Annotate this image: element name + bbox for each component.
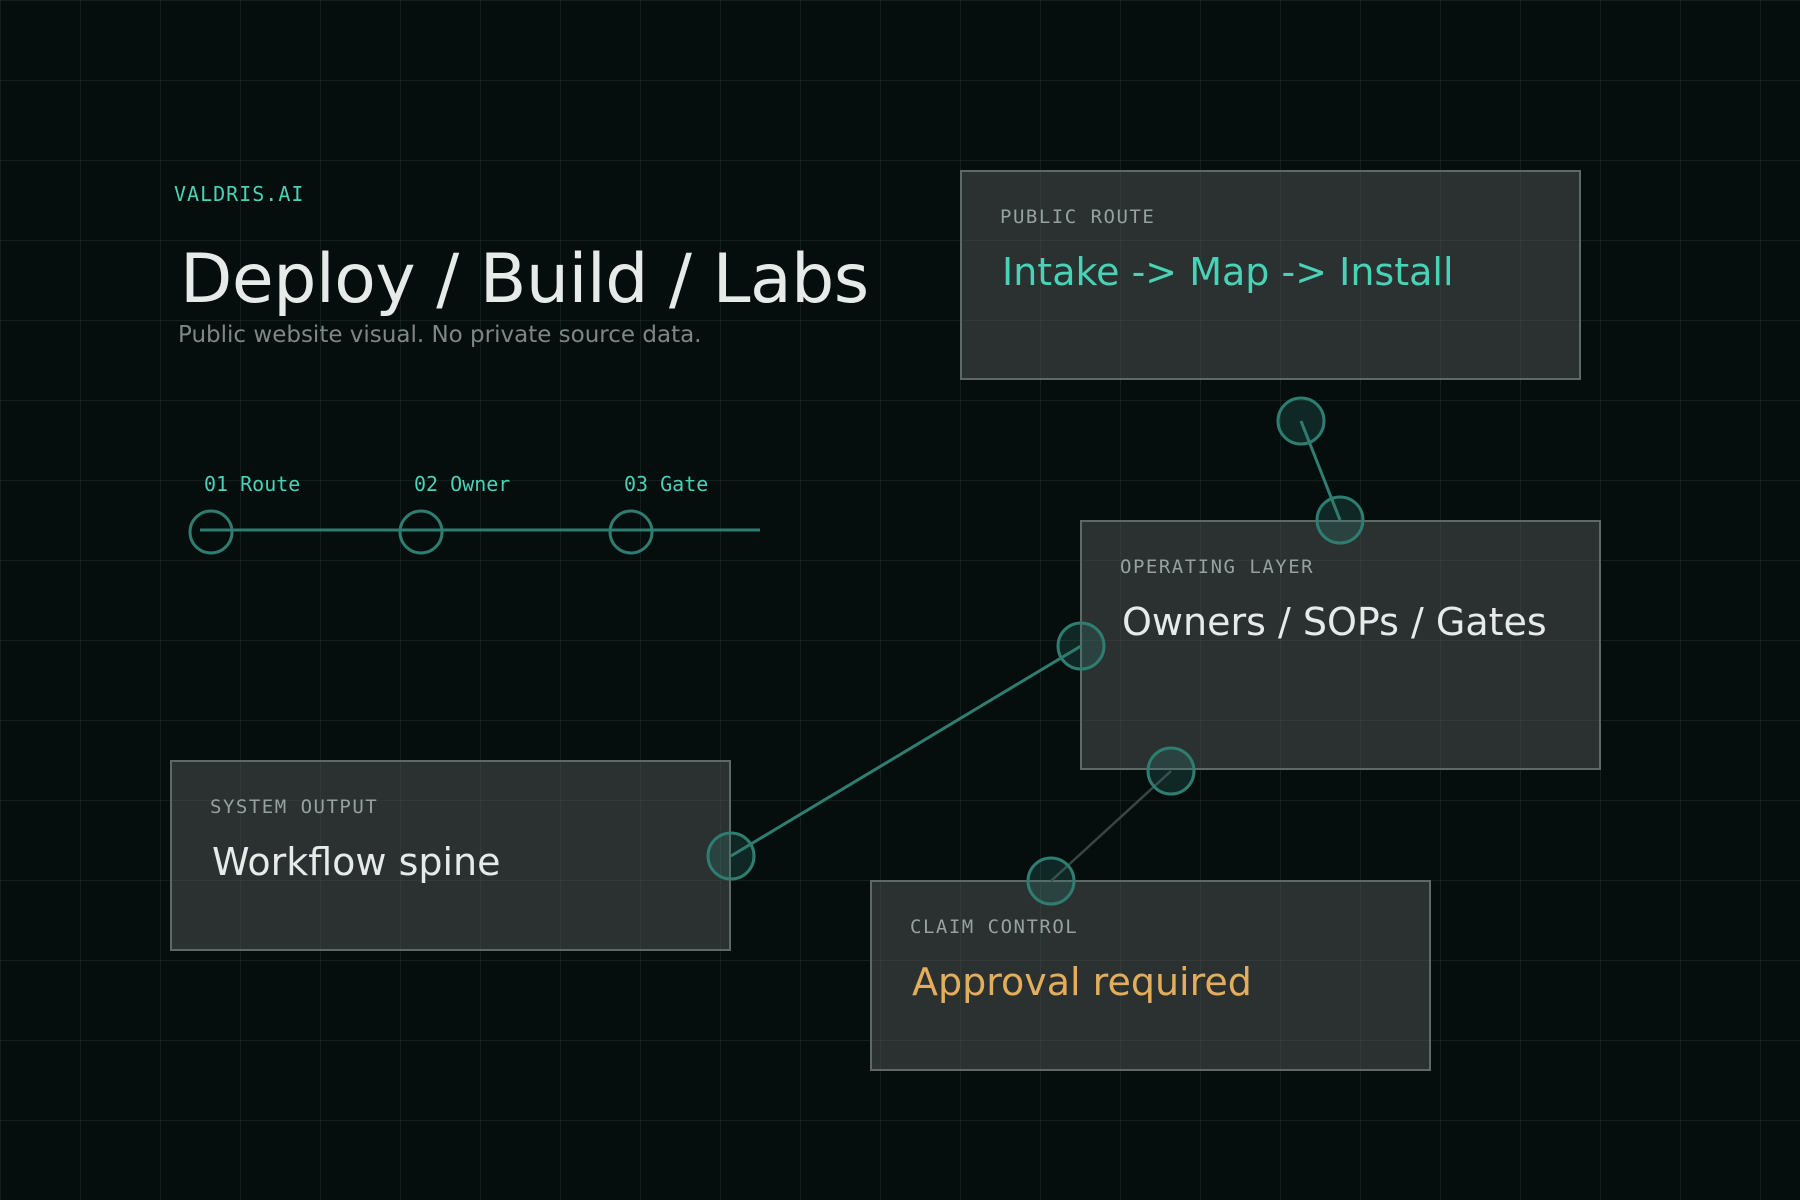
connector-system-operating bbox=[730, 644, 1082, 858]
card-value: Approval required bbox=[912, 960, 1252, 1004]
page-title: Deploy / Build / Labs bbox=[180, 240, 869, 319]
step-node-route bbox=[188, 509, 234, 555]
card-label: PUBLIC ROUTE bbox=[1000, 206, 1156, 228]
card-label: SYSTEM OUTPUT bbox=[210, 796, 379, 818]
card-label: CLAIM CONTROL bbox=[910, 916, 1079, 938]
connector-operating-claim bbox=[1050, 770, 1172, 882]
card-label: OPERATING LAYER bbox=[1120, 556, 1315, 578]
brand-logo-text: VALDRIS.AI bbox=[174, 182, 305, 206]
step-label-owner: 02 Owner bbox=[414, 472, 511, 496]
operating-layer-card: OPERATING LAYER Owners / SOPs / Gates bbox=[1080, 520, 1601, 770]
step-node-owner bbox=[398, 509, 444, 555]
claim-control-card: CLAIM CONTROL Approval required bbox=[870, 880, 1431, 1071]
step-label-route: 01 Route bbox=[204, 472, 301, 496]
step-node-gate bbox=[608, 509, 654, 555]
step-label-gate: 03 Gate bbox=[624, 472, 709, 496]
card-value: Intake -> Map -> Install bbox=[1002, 250, 1454, 294]
system-output-card: SYSTEM OUTPUT Workflow spine bbox=[170, 760, 731, 951]
card-value: Owners / SOPs / Gates bbox=[1122, 600, 1547, 644]
page-subtitle: Public website visual. No private source… bbox=[178, 322, 702, 348]
connector-public-operating bbox=[1299, 420, 1342, 521]
connector-node bbox=[1276, 396, 1326, 446]
card-value: Workflow spine bbox=[212, 840, 501, 884]
public-route-card: PUBLIC ROUTE Intake -> Map -> Install bbox=[960, 170, 1581, 380]
